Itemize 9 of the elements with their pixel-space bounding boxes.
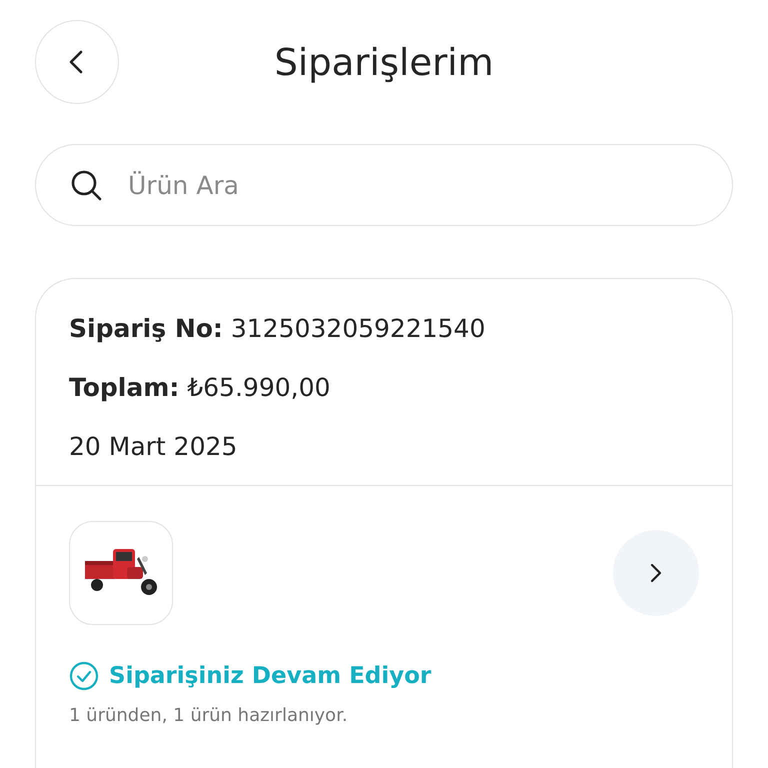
order-status: Siparişiniz Devam Ediyor	[109, 663, 432, 689]
page-title: Siparişlerim	[274, 40, 494, 84]
check-circle-icon	[69, 661, 99, 691]
search-bar[interactable]: Ürün Ara	[35, 144, 733, 226]
order-card[interactable]: Sipariş No: 3125032059221540 Toplam: ₺65.990,00 20 Mart 2025 Siparişiniz Devam Ediyor 1 üründen, 1 ürün hazırlanıyor.	[35, 278, 733, 768]
order-number: Sipariş No: 3125032059221540	[69, 313, 486, 345]
order-note: 1 üründen, 1 ürün hazırlanıyor.	[69, 705, 349, 726]
order-date: 20 Mart 2025	[69, 431, 238, 463]
order-total: Toplam: ₺65.990,00	[69, 372, 332, 404]
